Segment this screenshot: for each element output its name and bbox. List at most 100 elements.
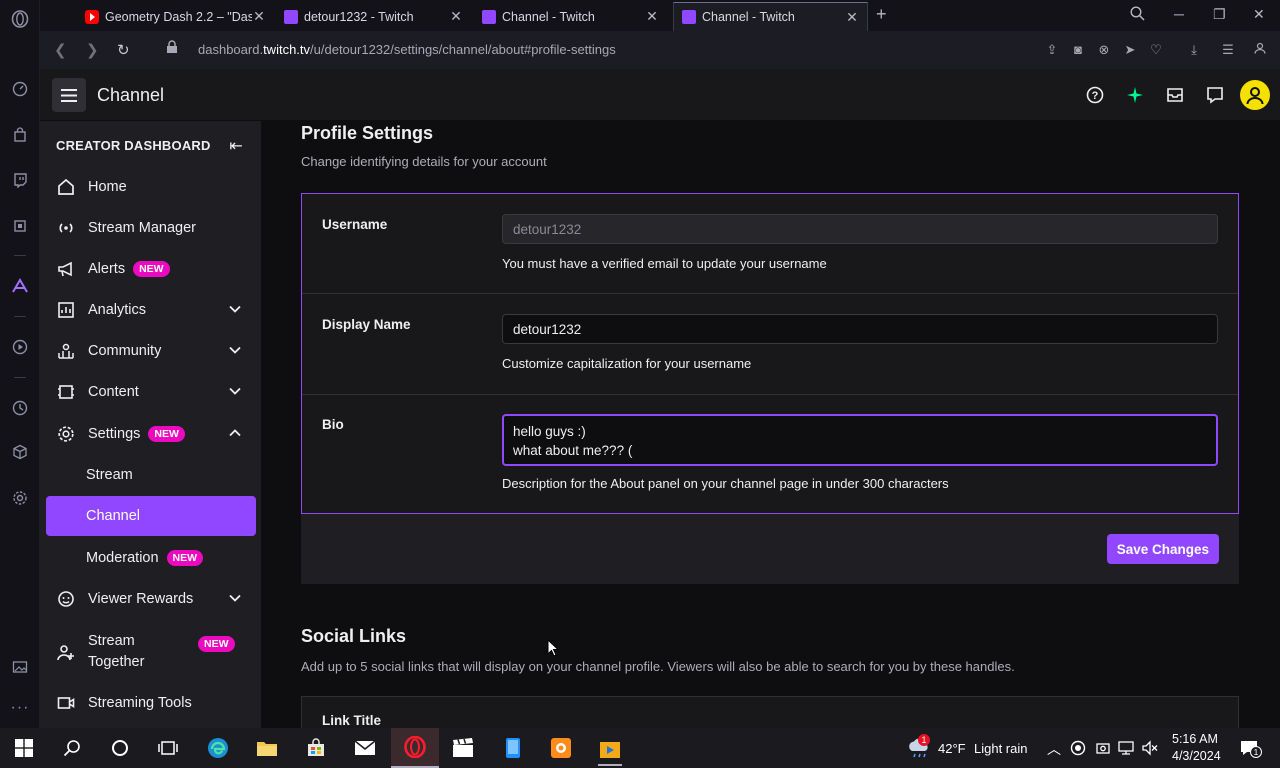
video-camera-icon (56, 693, 76, 713)
clapperboard-icon[interactable] (451, 736, 475, 760)
twitch-sidebar-icon[interactable] (10, 170, 30, 190)
file-explorer-icon[interactable] (255, 736, 279, 760)
clock-time[interactable]: 5:16 AM (1172, 732, 1218, 746)
restore-icon[interactable]: ❐ (1213, 6, 1226, 23)
sidebar-item-viewer-rewards[interactable]: Viewer Rewards (46, 579, 256, 619)
minimize-icon[interactable]: ─ (1174, 6, 1184, 22)
orange-app-icon[interactable] (549, 736, 573, 760)
sidebar-item-channel[interactable]: Channel (46, 496, 256, 536)
player-icon[interactable] (10, 337, 30, 357)
tab-channel-twitch[interactable]: Channel - Twitch ✕ (474, 2, 667, 31)
history-icon[interactable] (10, 398, 30, 418)
sidebar-item-content[interactable]: Content (46, 372, 256, 412)
hamburger-menu-button[interactable] (52, 78, 86, 112)
tab-geometry-dash[interactable]: Geometry Dash 2.2 – "Dash ✕ (77, 2, 274, 31)
opera-logo-icon[interactable] (10, 9, 30, 29)
more-dots-icon[interactable]: ··· (10, 698, 30, 718)
camera-icon[interactable]: ◙ (1070, 42, 1086, 58)
sidebar-item-label: Settings (88, 426, 141, 442)
sidebar-item-streaming-tools[interactable]: Streaming Tools (46, 683, 256, 723)
twitch-icon (284, 9, 298, 24)
analytics-icon (56, 300, 76, 320)
weather-rain-icon[interactable]: 1 (905, 734, 935, 760)
social-links-description: Add up to 5 social links that will displ… (301, 659, 1015, 674)
tab-title: Geometry Dash 2.2 – "Dash (105, 9, 252, 24)
camera-tray-icon[interactable] (1093, 736, 1113, 760)
notification-center-icon[interactable]: 1 (1236, 736, 1262, 760)
close-icon[interactable]: ✕ (252, 8, 266, 25)
opera-taskbar-icon[interactable] (391, 728, 439, 768)
display-name-input[interactable]: detour1232 (502, 314, 1218, 344)
new-badge: NEW (133, 261, 170, 277)
mail-icon[interactable] (353, 736, 377, 760)
tab-detour1232-twitch[interactable]: detour1232 - Twitch ✕ (276, 2, 471, 31)
heart-icon[interactable]: ♡ (1148, 42, 1164, 58)
aria-icon[interactable] (10, 276, 30, 296)
image-icon[interactable] (10, 657, 30, 677)
sidebar-item-settings[interactable]: Settings NEW (46, 414, 256, 454)
volume-muted-icon[interactable] (1140, 736, 1160, 760)
download-icon[interactable]: ⤓ (1186, 42, 1202, 58)
weather-temperature[interactable]: 42°F (938, 741, 966, 756)
sidebar-item-home[interactable]: Home (46, 167, 256, 207)
avatar[interactable] (1240, 80, 1270, 110)
inbox-icon[interactable] (1165, 85, 1185, 105)
shopping-bag-icon[interactable] (10, 125, 30, 145)
tab-channel-twitch-active[interactable]: Channel - Twitch ✕ (673, 2, 868, 31)
search-tabs-icon[interactable] (1130, 6, 1145, 24)
chip-icon[interactable] (10, 216, 30, 236)
forward-icon[interactable]: ❯ (86, 41, 99, 59)
extensions-cube-icon[interactable] (10, 442, 30, 462)
edge-browser-icon[interactable] (206, 736, 230, 760)
profile-settings-footer: Save Changes (301, 514, 1239, 584)
sidebar-item-label: Channel (86, 508, 141, 524)
sparkle-icon[interactable] (1125, 85, 1145, 105)
profile-icon[interactable] (1252, 42, 1268, 58)
sidebar-item-stream-manager[interactable]: Stream Manager (46, 208, 256, 248)
bio-textarea[interactable]: hello guys :) what about me??? ( (502, 414, 1218, 466)
close-icon[interactable]: ✕ (449, 8, 463, 25)
reload-icon[interactable]: ↻ (117, 41, 130, 59)
back-icon[interactable]: ❮ (54, 41, 67, 59)
tab-workspace-icon[interactable] (50, 2, 66, 31)
sidebar-item-alerts[interactable]: Alerts NEW (46, 249, 256, 289)
block-ads-icon[interactable]: ⊗ (1096, 42, 1112, 58)
sidebar-item-stream[interactable]: Stream (46, 455, 256, 495)
collapse-sidebar-icon[interactable]: ⇤ (226, 136, 246, 156)
username-row: Username detour1232 You must have a veri… (302, 194, 1238, 294)
speed-dial-icon[interactable] (10, 79, 30, 99)
window-close-icon[interactable]: ✕ (1253, 6, 1265, 23)
sidebar-item-label: Stream Manager (88, 220, 196, 236)
sidebar-item-label: Stream (86, 467, 133, 483)
hamburger-icon (61, 88, 77, 102)
sidebar-item-stream-together[interactable]: Stream Together NEW (46, 621, 256, 670)
task-view-icon[interactable] (156, 736, 180, 760)
url-field[interactable]: dashboard.twitch.tv/u/detour1232/setting… (198, 42, 616, 57)
chevron-up-icon[interactable]: ︿ (1047, 739, 1061, 759)
phone-app-icon[interactable] (501, 736, 525, 760)
social-links-title: Social Links (301, 626, 407, 646)
easy-setup-icon[interactable]: ☰ (1220, 42, 1236, 58)
help-icon[interactable]: ? (1085, 85, 1105, 105)
windows-start-icon[interactable] (12, 736, 36, 760)
clock-date[interactable]: 4/3/2024 (1172, 749, 1221, 763)
microsoft-store-icon[interactable] (304, 736, 328, 760)
video-editor-icon[interactable] (598, 736, 622, 766)
new-tab-plus-icon[interactable]: + (876, 4, 887, 25)
share-icon[interactable]: ⇪ (1044, 42, 1060, 58)
close-icon[interactable]: ✕ (645, 8, 659, 25)
sidebar-item-analytics[interactable]: Analytics (46, 290, 256, 330)
sidebar-item-moderation[interactable]: Moderation NEW (46, 538, 256, 578)
record-icon[interactable] (1068, 736, 1088, 760)
network-icon[interactable] (1116, 736, 1136, 760)
close-icon[interactable]: ✕ (845, 9, 859, 26)
search-icon[interactable] (60, 736, 84, 760)
settings-gear-icon[interactable] (10, 488, 30, 508)
whispers-icon[interactable] (1205, 85, 1225, 105)
save-changes-button[interactable]: Save Changes (1106, 534, 1219, 564)
add-user-icon (56, 643, 76, 663)
cortana-icon[interactable] (108, 736, 132, 760)
sidebar-item-community[interactable]: Community (46, 331, 256, 371)
weather-description[interactable]: Light rain (974, 741, 1027, 756)
send-icon[interactable]: ➤ (1122, 42, 1138, 58)
